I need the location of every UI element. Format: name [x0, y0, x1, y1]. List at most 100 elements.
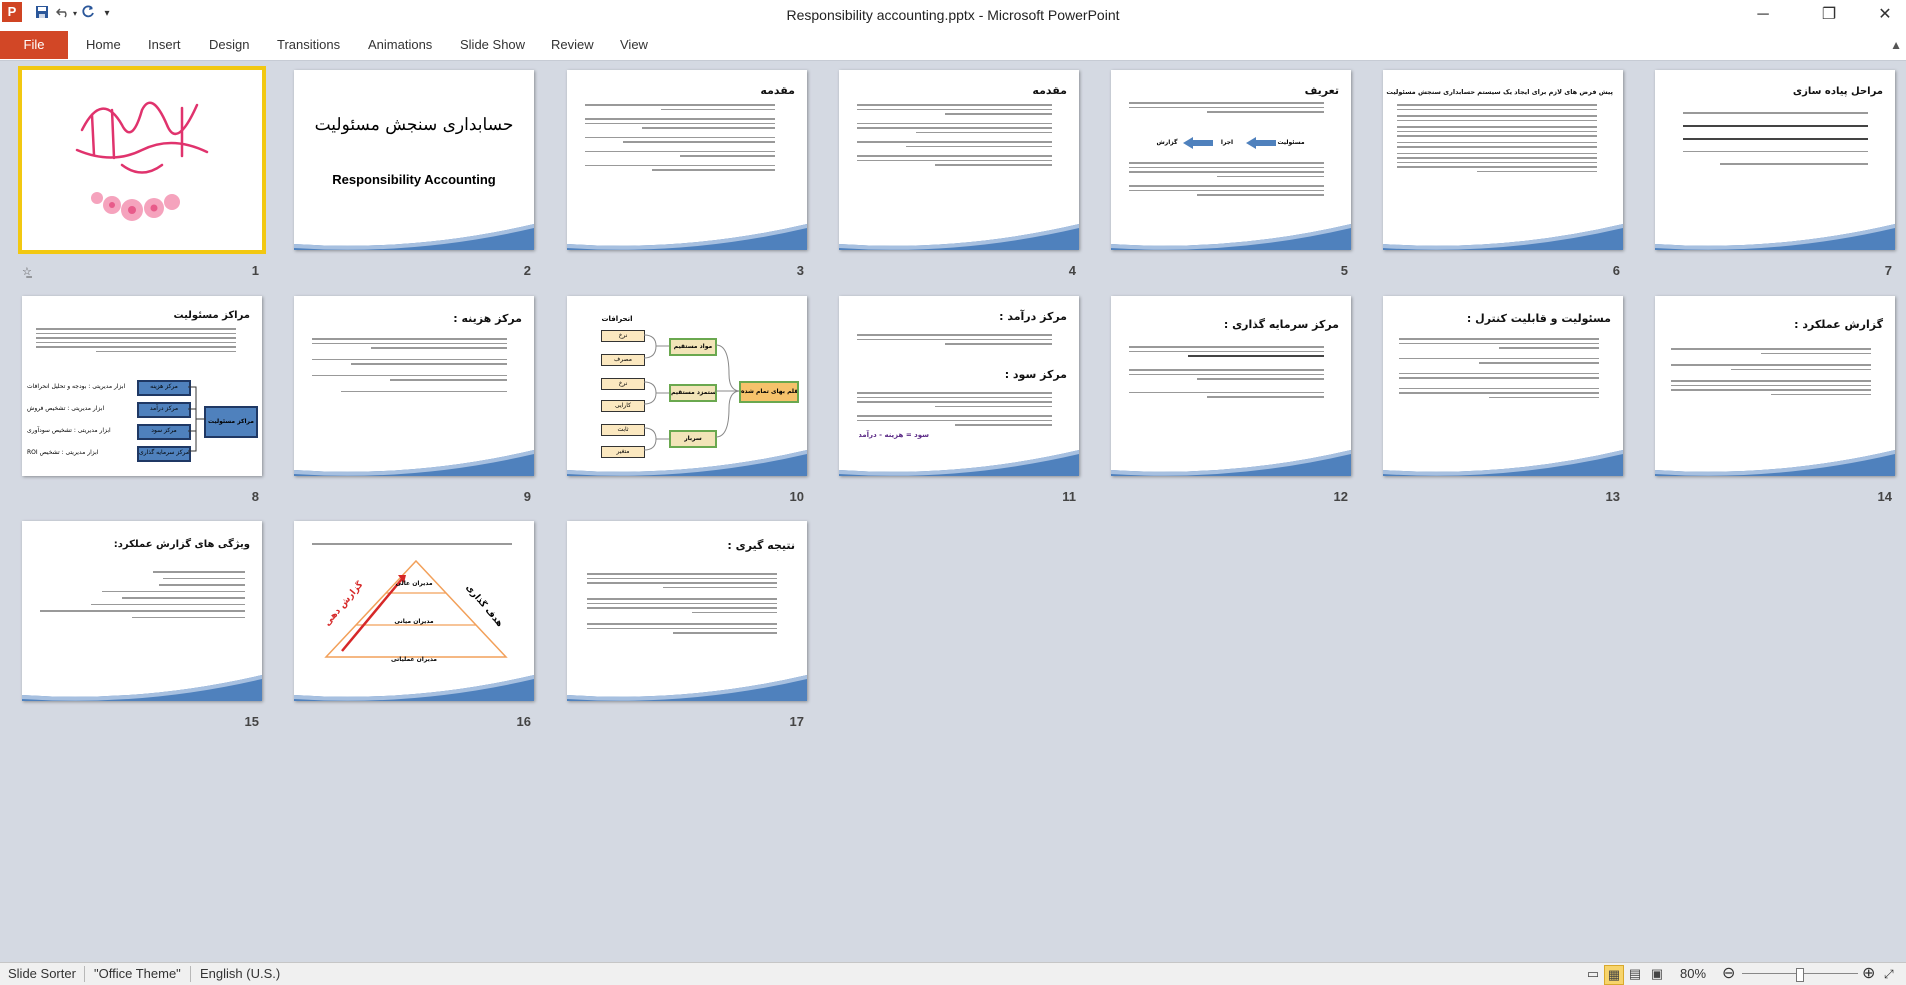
slide-number: 11	[1062, 489, 1076, 504]
tool-label: ابزار مدیریتی : تشخیص سودآوری	[27, 427, 111, 434]
fit-window-icon[interactable]: ⤢	[1884, 963, 1894, 985]
arrow-icon	[1183, 137, 1213, 149]
arrow-icon	[1246, 137, 1276, 149]
slide-wave	[839, 224, 1079, 250]
tab-slide-show[interactable]: Slide Show	[460, 30, 525, 60]
revenue-center-box: مرکز درآمد	[137, 402, 191, 418]
variance-box: مصرف	[601, 354, 645, 366]
slide-thumbnail-9[interactable]: مرکز هزینه :	[294, 296, 534, 476]
slide-body-text	[1399, 338, 1599, 401]
close-icon[interactable]: ✕	[1862, 0, 1906, 30]
slide-number: 3	[796, 263, 804, 278]
slide-number: 8	[251, 489, 259, 504]
pyramid-level: مدیران عملیاتی	[390, 656, 438, 663]
slide-title: مرکز هزینه :	[453, 312, 522, 325]
slide-thumbnail-4[interactable]: مقدمه	[839, 70, 1079, 250]
diagram-label: اجرا	[1220, 139, 1234, 146]
restore-icon[interactable]: ❐	[1806, 0, 1852, 30]
slide-sorter-view-icon[interactable]: ▦	[1604, 965, 1624, 985]
direct-materials-box: مواد مستقیم	[669, 338, 717, 356]
slide-wave	[1655, 450, 1895, 476]
slide-thumbnail-3[interactable]: مقدمه	[567, 70, 807, 250]
tool-label: ابزار مدیریتی : بودجه و تحلیل انحرافات	[27, 383, 126, 390]
slide-number: 5	[1340, 263, 1348, 278]
slide-wave	[567, 675, 807, 701]
slide-subheading: مرکز سود :	[1004, 368, 1067, 381]
slide-wave	[1383, 450, 1623, 476]
slide-thumbnail-13[interactable]: مسئولیت و قابلیت کنترل :	[1383, 296, 1623, 476]
slide-thumbnail-11[interactable]: مرکز درآمد : مرکز سود : سود = هزینه - در…	[839, 296, 1079, 476]
tab-view[interactable]: View	[620, 30, 648, 60]
slide-wave	[294, 450, 534, 476]
diagram-label: مسئولیت	[1277, 139, 1305, 146]
zoom-in-icon[interactable]: ⊕	[1862, 963, 1875, 985]
slide-number: 15	[244, 714, 259, 729]
minimize-icon[interactable]: ─	[1740, 0, 1786, 30]
slide-title: تعریف	[1304, 84, 1339, 97]
slide-thumbnail-17[interactable]: نتیجه گیری :	[567, 521, 807, 701]
slide-wave	[22, 675, 262, 701]
expand-ribbon-icon[interactable]: ▲	[1890, 30, 1902, 60]
title-bar: P ▾ ▾ Responsibility accounting.pptx - M…	[0, 0, 1906, 30]
slide-thumbnail-6[interactable]: پیش فرض های لازم برای ایجاد یک سیستم حسا…	[1383, 70, 1623, 250]
slide-wave	[1383, 224, 1623, 250]
slide-body-text	[585, 104, 775, 174]
zoom-level[interactable]: 80%	[1680, 963, 1706, 985]
calligraphy-image	[75, 101, 209, 221]
slide-thumbnail-15[interactable]: ویژگی های گزارش عملکرد:	[22, 521, 262, 701]
slide-title: مقدمه	[1032, 84, 1067, 97]
tab-review[interactable]: Review	[551, 30, 594, 60]
slide-body-text	[857, 334, 1052, 348]
slide-number: 7	[1884, 263, 1892, 278]
slide-number: 9	[523, 489, 531, 504]
status-separator	[84, 966, 85, 982]
slide-show-view-icon[interactable]: ▣	[1648, 965, 1666, 983]
theme-indicator[interactable]: "Office Theme"	[94, 963, 181, 985]
slide-body-text	[1397, 104, 1597, 175]
slide-thumbnail-14[interactable]: گزارش عملکرد :	[1655, 296, 1895, 476]
tool-label: ابزار مدیریتی : تشخیص ROI	[27, 449, 99, 456]
variance-box: ثابت	[601, 424, 645, 436]
slide-body-text	[857, 104, 1052, 169]
slide-number: 1	[251, 263, 259, 278]
slide-number: 14	[1877, 489, 1892, 504]
responsibility-centers-box: مراکز مسئولیت	[204, 406, 258, 438]
slide-title: ویژگی های گزارش عملکرد:	[113, 539, 250, 550]
tab-file[interactable]: File	[0, 31, 68, 59]
normal-view-icon[interactable]: ▭	[1584, 965, 1602, 983]
tab-design[interactable]: Design	[209, 30, 249, 60]
slide-body-text	[312, 543, 512, 548]
tab-animations[interactable]: Animations	[368, 30, 432, 60]
slide-title: حسابداری سنجش مسئولیت	[314, 115, 514, 135]
tab-home[interactable]: Home	[86, 30, 121, 60]
investment-center-box: مرکز سرمایه گذاری	[137, 446, 191, 462]
slide-body-text	[312, 338, 507, 395]
slide-thumbnail-1[interactable]	[18, 66, 266, 254]
transition-icon: ☆̲	[22, 266, 32, 278]
slide-wave	[839, 450, 1079, 476]
slide-body-text	[857, 392, 1052, 429]
slide-number: 16	[516, 714, 531, 729]
slide-thumbnail-16[interactable]: مدیران عالی مدیران میانی مدیران عملیاتی …	[294, 521, 534, 701]
zoom-slider-thumb[interactable]	[1796, 968, 1804, 982]
slide-number: 6	[1612, 263, 1620, 278]
slide-wave	[567, 224, 807, 250]
slide-thumbnail-2[interactable]: حسابداری سنجش مسئولیت Responsibility Acc…	[294, 70, 534, 250]
tab-transitions[interactable]: Transitions	[277, 30, 340, 60]
slide-wave	[1111, 224, 1351, 250]
slide-thumbnail-12[interactable]: مرکز سرمایه گذاری :	[1111, 296, 1351, 476]
zoom-out-icon[interactable]: ⊖	[1722, 963, 1735, 985]
slide-thumbnail-10[interactable]: انحرافات نرخ مصرف نرخ کارایی ثابت متغیر …	[567, 296, 807, 476]
slide-body-text	[36, 328, 236, 355]
slide-thumbnail-5[interactable]: تعریف مسئولیت اجرا گزارش	[1111, 70, 1351, 250]
slide-thumbnail-7[interactable]: مراحل پیاده سازی	[1655, 70, 1895, 250]
slide-title: پیش فرض های لازم برای ایجاد یک سیستم حسا…	[1386, 88, 1613, 96]
language-indicator[interactable]: English (U.S.)	[200, 963, 280, 985]
slide-body-text	[1671, 348, 1871, 398]
slide-wave	[567, 450, 807, 476]
tab-insert[interactable]: Insert	[148, 30, 181, 60]
reading-view-icon[interactable]: ▤	[1626, 965, 1644, 983]
slide-title: مرکز درآمد :	[999, 310, 1067, 323]
slide-title: گزارش عملکرد :	[1794, 318, 1883, 331]
slide-thumbnail-8[interactable]: مراکز مسئولیت مراکز مسئولیت مرکز هزینه م…	[22, 296, 262, 476]
